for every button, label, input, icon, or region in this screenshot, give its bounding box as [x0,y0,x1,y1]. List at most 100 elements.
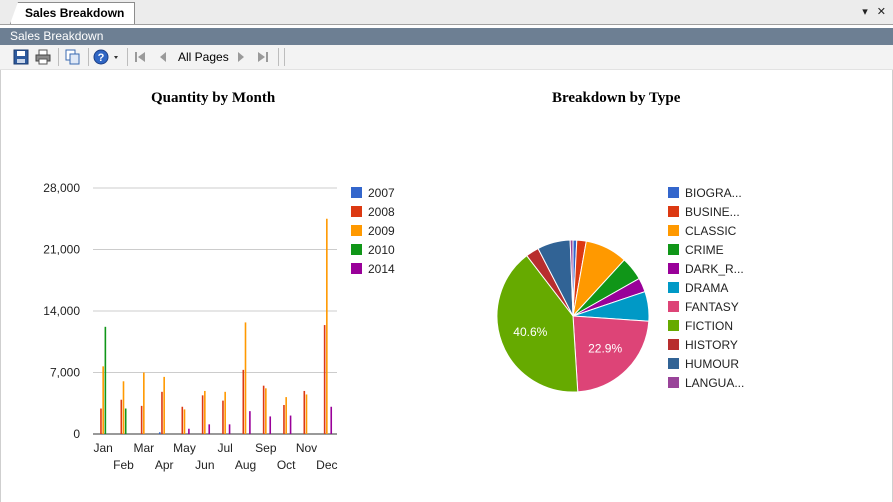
legend-label: LANGUA... [685,376,744,390]
save-button[interactable] [12,49,30,65]
x-tick-label: Nov [296,441,317,455]
bar [269,416,272,434]
y-tick-label: 0 [73,427,80,441]
y-tick-label: 7,000 [50,366,80,380]
bar [143,372,145,434]
svg-text:?: ? [98,52,105,64]
y-tick-label: 14,000 [43,304,80,318]
legend-label: HISTORY [685,338,738,352]
legend-swatch [351,206,362,217]
bar [158,432,161,434]
legend-swatch [668,301,679,312]
toolbar-separator [278,48,279,66]
y-tick-label: 21,000 [43,243,80,257]
bar [283,405,285,434]
x-tick-label: Dec [316,458,337,472]
copy-icon [65,49,80,65]
toolbar-separator [58,48,59,66]
bar [124,408,127,434]
bar [122,381,125,434]
legend-label: DRAMA [685,281,728,295]
pie-slice-label: 40.6% [513,325,547,339]
bar [303,390,306,434]
legend-swatch [668,339,679,350]
page-selector[interactable]: All Pages [178,49,229,65]
bar [305,394,308,434]
legend-label: BUSINE... [685,205,740,219]
document-tab-strip: Sales Breakdown ▾ ✕ [0,0,893,25]
report-canvas: Quantity by Month Breakdown by Type 0 7,0… [0,70,893,502]
legend-swatch [668,358,679,369]
bar [208,424,211,434]
bar [181,406,184,434]
bar [323,325,326,434]
x-tick-label: Jun [195,458,214,472]
legend-label: HUMOUR [685,357,739,371]
toolbar-separator [88,48,89,66]
print-icon [35,49,51,65]
legend-label: 2010 [368,243,395,257]
bar [163,376,165,434]
x-tick-label: Jan [93,441,112,455]
tab-controls[interactable]: ▾ ✕ [862,5,889,18]
legend-label: BIOGRA... [685,186,742,200]
copy-button[interactable] [64,49,82,65]
legend-swatch [351,263,362,274]
print-button[interactable] [34,49,52,65]
legend-label: DARK_R... [685,262,744,276]
next-page-icon [238,52,244,62]
pie-chart: 22.9% 40.6% BIOGRA... BUSINE... CLASSIC CRIME… [496,186,744,393]
help-icon: ? [93,49,118,65]
legend-swatch [351,187,362,198]
bar [330,406,333,434]
x-tick-label: Aug [235,458,256,472]
bar [285,397,287,434]
report-title: Sales Breakdown [10,29,104,43]
legend-label: 2007 [368,186,395,200]
legend-label: FICTION [685,319,733,333]
legend-label: 2009 [368,224,395,238]
tab-sales-breakdown[interactable]: Sales Breakdown [10,2,136,24]
x-tick-label: Mar [133,441,154,455]
first-page-button[interactable] [133,49,147,65]
toolbar-separator [127,48,128,66]
legend-label: CRIME [685,243,724,257]
legend-label: 2008 [368,205,395,219]
bar-chart: 0 7,000 14,000 21,000 28,000 JanFeb MarApr May J… [43,181,395,472]
next-page-button[interactable] [234,49,248,65]
report-title-bar: Sales Breakdown [0,28,893,45]
legend-swatch [668,320,679,331]
bar [100,408,102,434]
save-icon [13,49,29,65]
legend-label: FANTASY [685,300,739,314]
toolbar-separator [284,48,285,66]
y-tick-label: 28,000 [43,181,80,195]
bar [242,369,245,434]
last-page-button[interactable] [256,49,270,65]
bar [222,400,224,434]
report-toolbar: ? All Pages [0,45,893,70]
legend-swatch [668,377,679,388]
bar [204,390,206,434]
pie-slice-label: 22.9% [588,341,622,355]
legend-swatch [668,206,679,217]
legend-swatch [668,282,679,293]
bar [104,326,107,434]
legend-swatch [668,187,679,198]
first-page-icon [135,52,145,62]
legend-label: CLASSIC [685,224,737,238]
legend-swatch [351,225,362,236]
bar [244,322,247,434]
bar [289,415,292,434]
legend-swatch [668,225,679,236]
bar [228,424,231,434]
bar [249,411,251,434]
prev-page-icon [160,52,166,62]
bar [188,428,190,434]
prev-page-button[interactable] [156,49,170,65]
bar [262,385,265,434]
bar [140,405,143,434]
help-dropdown-button[interactable]: ? [93,49,121,65]
bar [161,391,163,434]
bar [183,409,186,434]
